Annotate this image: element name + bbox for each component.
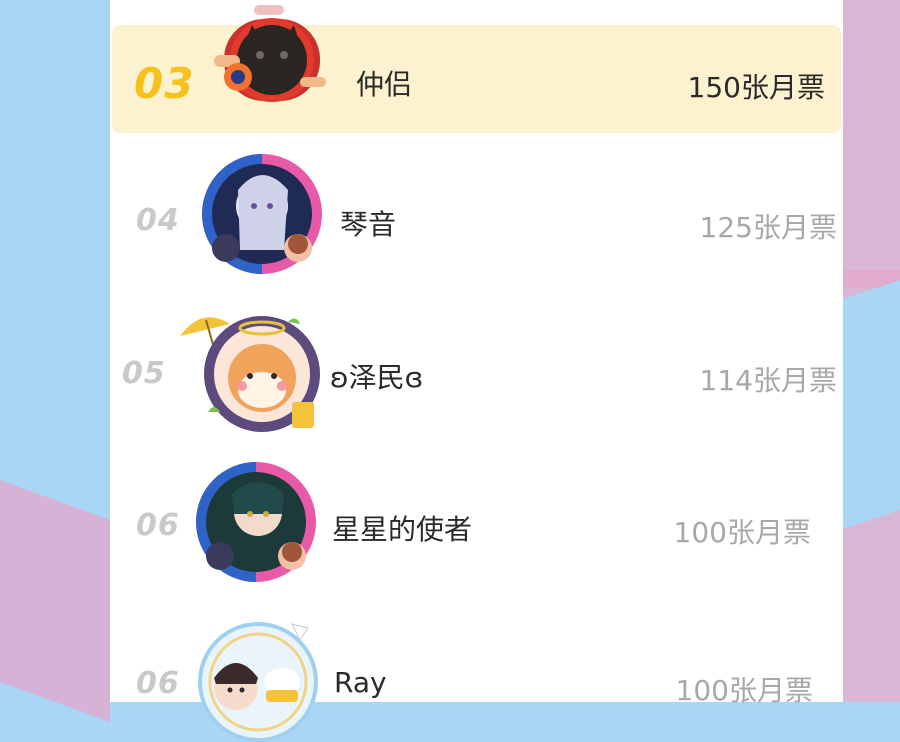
avatar[interactable] xyxy=(198,150,326,278)
cat-avatar-icon xyxy=(214,5,326,102)
avatar[interactable] xyxy=(192,458,320,586)
ranking-row[interactable]: 06 Ray 100张月票 xyxy=(110,612,843,742)
user-name: 星星的使者 xyxy=(332,513,473,546)
background-pink-shape-left xyxy=(0,479,110,723)
rank-number: 06 xyxy=(136,666,180,701)
vote-count: 100张月票 xyxy=(675,674,813,707)
user-name: Ray xyxy=(334,666,387,699)
user-name: ʚ泽民ɞ xyxy=(330,361,424,394)
boy-character-avatar-icon xyxy=(198,622,318,742)
anime-character-avatar-icon xyxy=(202,154,322,274)
vote-count: 125张月票 xyxy=(699,211,837,244)
rank-number: 06 xyxy=(136,508,180,543)
rank-number: 03 xyxy=(134,59,195,108)
ranking-row[interactable]: 05 ʚ泽民ɞ 114张月票 xyxy=(110,300,843,440)
avatar[interactable] xyxy=(196,618,320,742)
vote-count: 100张月票 xyxy=(673,516,811,549)
anime-character-avatar-icon xyxy=(196,462,316,582)
shiba-dog-avatar-icon xyxy=(180,316,320,432)
avatar[interactable] xyxy=(178,302,326,434)
vote-count: 150张月票 xyxy=(687,71,825,104)
rank-number: 04 xyxy=(136,203,180,238)
ranking-panel: 03 仲侣 150张月票 04 琴音 125张月票 05 ʚ泽民ɞ 114张月票… xyxy=(110,0,843,742)
vote-count: 114张月票 xyxy=(699,364,837,397)
ranking-row[interactable]: 04 琴音 125张月票 xyxy=(110,150,843,290)
ranking-row[interactable]: 06 星星的使者 100张月票 xyxy=(110,456,843,596)
ranking-row[interactable]: 03 仲侣 150张月票 xyxy=(112,5,841,133)
user-name: 琴音 xyxy=(340,208,397,241)
background-blue-shape xyxy=(840,280,900,530)
user-name: 仲侣 xyxy=(356,68,413,101)
avatar[interactable] xyxy=(214,5,326,117)
rank-number: 05 xyxy=(122,356,166,391)
